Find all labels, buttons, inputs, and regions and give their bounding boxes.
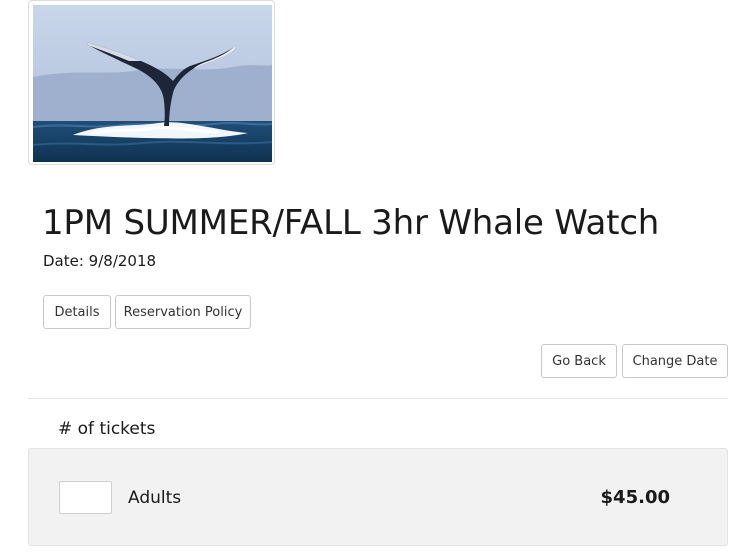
booking-page: 1PM SUMMER/FALL 3hr Whale Watch Date: 9/… bbox=[0, 0, 742, 560]
details-button[interactable]: Details bbox=[43, 295, 111, 329]
change-date-button[interactable]: Change Date bbox=[622, 344, 728, 378]
tour-image-frame bbox=[28, 0, 275, 165]
tour-title: 1PM SUMMER/FALL 3hr Whale Watch bbox=[42, 203, 660, 243]
go-back-button[interactable]: Go Back bbox=[541, 344, 617, 378]
ticket-label: Adults bbox=[128, 488, 182, 508]
ticket-price: $45.00 bbox=[600, 487, 670, 508]
whale-tail-image bbox=[33, 5, 272, 162]
section-divider bbox=[28, 398, 728, 399]
ticket-row-adults: Adults $45.00 bbox=[28, 448, 728, 546]
tour-date: Date: 9/8/2018 bbox=[43, 252, 157, 270]
adults-quantity-input[interactable] bbox=[59, 481, 112, 514]
reservation-policy-button[interactable]: Reservation Policy bbox=[115, 295, 251, 329]
tickets-heading: # of tickets bbox=[58, 419, 156, 439]
